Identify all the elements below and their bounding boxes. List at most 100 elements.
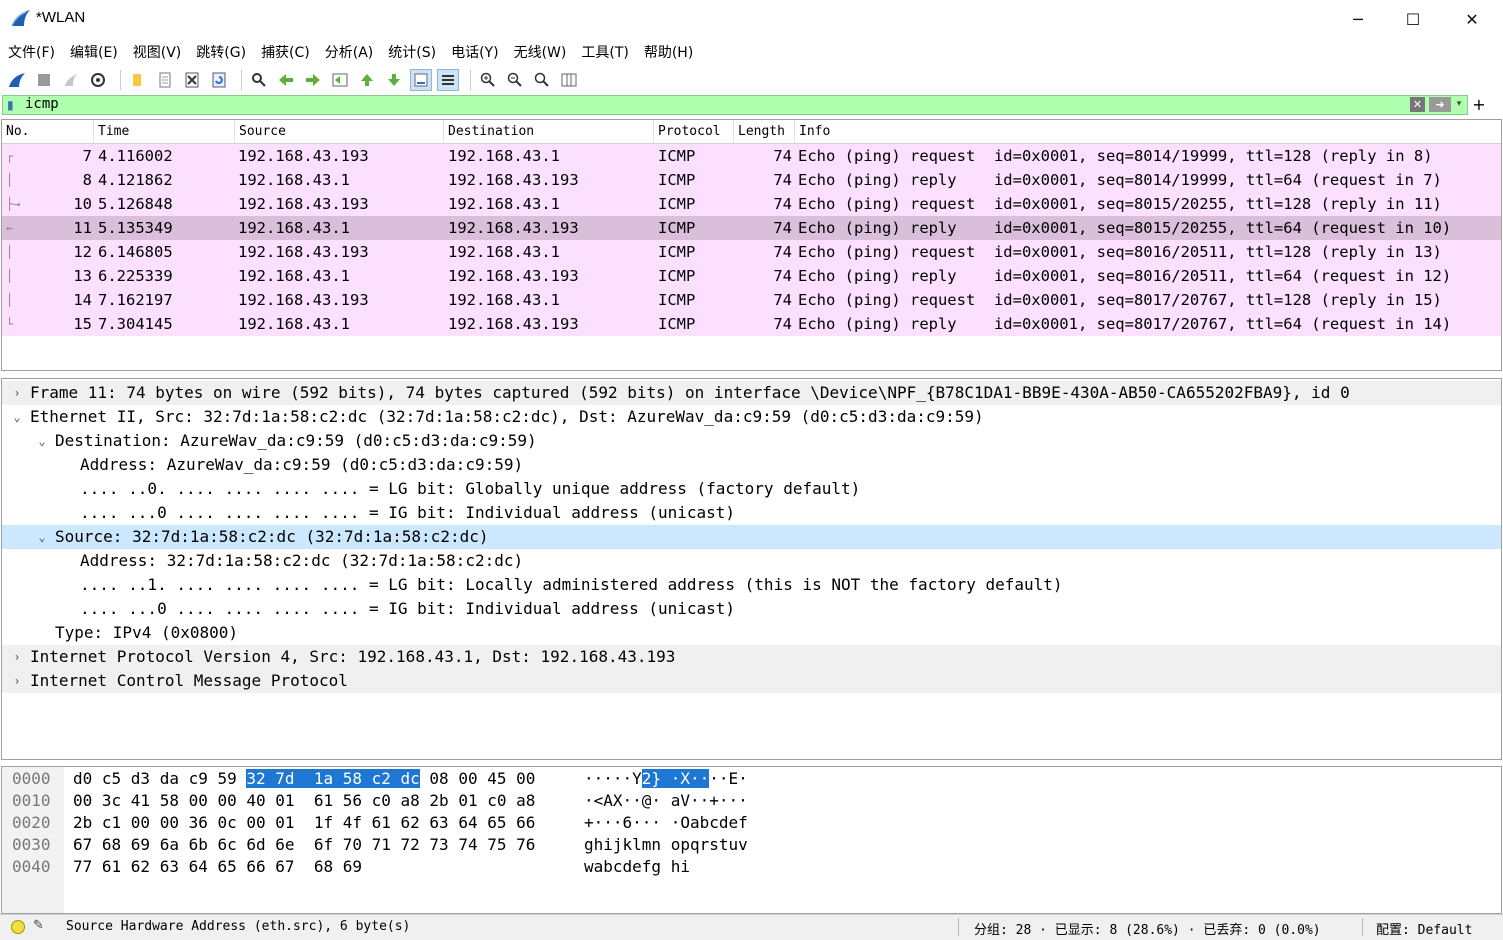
open-folder-icon[interactable]	[127, 69, 149, 91]
detail-tree-label: .... ..0. .... .... .... .... = LG bit: …	[80, 479, 861, 498]
menu-analyze[interactable]: 分析(A)	[325, 42, 374, 62]
capture-comment-icon[interactable]: ✎	[33, 918, 44, 933]
stop-icon[interactable]	[33, 69, 55, 91]
detail-tree-row[interactable]: .... ..0. .... .... .... .... = LG bit: …	[2, 477, 1501, 501]
apply-filter-icon[interactable]: ➜	[1429, 97, 1451, 112]
shark-fin-start-icon[interactable]	[6, 69, 28, 91]
forward-arrow-icon[interactable]	[302, 69, 324, 91]
detail-tree-row[interactable]: › Internet Control Message Protocol	[2, 669, 1501, 693]
status-divider	[1362, 918, 1363, 936]
packet-row[interactable]: ├→ 10 5.126848 192.168.43.193 192.168.43.1 IC…	[2, 192, 1501, 216]
packet-details-tree[interactable]: › Frame 11: 74 bytes on wire (592 bits), …	[1, 378, 1502, 760]
packet-row[interactable]: │ 12 6.146805 192.168.43.193 192.168.43.1 ICM…	[2, 240, 1501, 264]
chevron-down-icon[interactable]: ⌄	[10, 405, 24, 429]
packet-cell-proto: ICMP	[658, 243, 696, 261]
bytes-hex[interactable]: 67 68 69 6a 6b 6c 6d 6e 6f 70 71 72 73 7…	[73, 834, 535, 856]
chevron-down-icon[interactable]: ⌄	[35, 525, 49, 549]
bytes-ascii[interactable]: ghijklmn opqrstuv	[584, 834, 748, 856]
bytes-offset: 0020	[12, 813, 51, 832]
detail-tree-row[interactable]: .... ..1. .... .... .... .... = LG bit: …	[2, 573, 1501, 597]
menu-edit[interactable]: 编辑(E)	[70, 42, 118, 62]
minimize-button[interactable]: ─	[1329, 0, 1387, 38]
zoom-normal-icon[interactable]	[531, 69, 553, 91]
maximize-button[interactable]: ☐	[1384, 0, 1442, 38]
column-header-no[interactable]: No.	[2, 120, 94, 144]
detail-tree-row[interactable]: Address: 32:7d:1a:58:c2:dc (32:7d:1a:58:…	[2, 549, 1501, 573]
column-header-source[interactable]: Source	[235, 120, 444, 144]
back-arrow-icon[interactable]	[275, 69, 297, 91]
packet-cell-src: 192.168.43.1	[238, 171, 350, 189]
close-file-icon[interactable]	[181, 69, 203, 91]
column-header-protocol[interactable]: Protocol	[654, 120, 734, 144]
status-profile[interactable]: 配置: Default	[1376, 919, 1472, 938]
add-filter-button[interactable]: +	[1472, 95, 1486, 115]
first-packet-icon[interactable]	[356, 69, 378, 91]
bytes-ascii[interactable]: wabcdefg hi	[584, 856, 690, 878]
column-header-info[interactable]: Info	[795, 120, 1501, 144]
display-filter-input[interactable]: icmp	[25, 96, 59, 114]
packet-list[interactable]: No. Time Source Destination Protocol Len…	[1, 119, 1502, 371]
last-packet-icon[interactable]	[383, 69, 405, 91]
detail-tree-row[interactable]: › Internet Protocol Version 4, Src: 192.1…	[2, 645, 1501, 669]
detail-tree-row[interactable]: Type: IPv4 (0x0800)	[2, 621, 1501, 645]
chevron-down-icon[interactable]: ▾	[1453, 97, 1465, 112]
bytes-ascii[interactable]: ·<AX··@· aV··+···	[584, 790, 748, 812]
autoscroll-icon[interactable]	[410, 69, 432, 91]
detail-tree-row[interactable]: ⌄ Destination: AzureWav_da:c9:59 (d0:c5:d…	[2, 429, 1501, 453]
bytes-hex[interactable]: 2b c1 00 00 36 0c 00 01 1f 4f 61 62 63 6…	[73, 812, 535, 834]
menu-wireless[interactable]: 无线(W)	[514, 42, 567, 62]
restart-icon[interactable]	[60, 69, 82, 91]
menu-telephony[interactable]: 电话(Y)	[451, 42, 498, 62]
close-button[interactable]: ✕	[1443, 0, 1501, 38]
chevron-right-icon[interactable]: ›	[10, 645, 24, 669]
reload-icon[interactable]	[208, 69, 230, 91]
detail-tree-row[interactable]: .... ...0 .... .... .... .... = IG bit: …	[2, 597, 1501, 621]
bookmark-icon[interactable]: ▮	[7, 98, 17, 112]
goto-packet-icon[interactable]	[329, 69, 351, 91]
bytes-hex[interactable]: 77 61 62 63 64 65 66 67 68 69	[73, 856, 362, 878]
detail-tree-label: Ethernet II, Src: 32:7d:1a:58:c2:dc (32:…	[30, 407, 984, 426]
capture-options-icon[interactable]	[87, 69, 109, 91]
menu-file[interactable]: 文件(F)	[8, 42, 55, 62]
menu-statistics[interactable]: 统计(S)	[388, 42, 436, 62]
packet-row[interactable]: │ 13 6.225339 192.168.43.1 192.168.43.193 ICM…	[2, 264, 1501, 288]
menu-view[interactable]: 视图(V)	[133, 42, 182, 62]
column-header-time[interactable]: Time	[94, 120, 235, 144]
resize-columns-icon[interactable]	[558, 69, 580, 91]
chevron-down-icon[interactable]: ⌄	[35, 429, 49, 453]
column-header-destination[interactable]: Destination	[444, 120, 654, 144]
chevron-right-icon[interactable]: ›	[10, 669, 24, 693]
packet-row[interactable]: │ 14 7.162197 192.168.43.193 192.168.43.1 ICM…	[2, 288, 1501, 312]
menu-tools[interactable]: 工具(T)	[581, 42, 628, 62]
packet-row[interactable]: ┌ 7 4.116002 192.168.43.193 192.168.43.1 ICMP…	[2, 144, 1501, 168]
expert-info-led-icon[interactable]	[11, 920, 25, 934]
packet-row[interactable]: │ 8 4.121862 192.168.43.1 192.168.43.193 ICMP…	[2, 168, 1501, 192]
colorize-icon[interactable]	[437, 69, 459, 91]
packet-cell-dst: 192.168.43.1	[448, 291, 560, 309]
packet-row[interactable]: ← 11 5.135349 192.168.43.1 192.168.43.193 ICM…	[2, 216, 1501, 240]
detail-tree-row[interactable]: ⌄ Ethernet II, Src: 32:7d:1a:58:c2:dc (32…	[2, 405, 1501, 429]
zoom-in-icon[interactable]	[477, 69, 499, 91]
packet-bytes-pane[interactable]: 0000 d0 c5 d3 da c9 59 32 7d 1a 58 c2 dc …	[1, 766, 1502, 914]
detail-tree-row[interactable]: Address: AzureWav_da:c9:59 (d0:c5:d3:da:…	[2, 453, 1501, 477]
menu-help[interactable]: 帮助(H)	[644, 42, 693, 62]
detail-tree-row[interactable]: .... ...0 .... .... .... .... = IG bit: …	[2, 501, 1501, 525]
column-header-length[interactable]: Length	[734, 120, 795, 144]
zoom-out-icon[interactable]	[504, 69, 526, 91]
packet-row[interactable]: └ 15 7.304145 192.168.43.1 192.168.43.193 ICM…	[2, 312, 1501, 336]
display-filter-bar: ▮ icmp ✕ ➜ ▾	[2, 95, 1468, 115]
menu-capture[interactable]: 捕获(C)	[261, 42, 310, 62]
find-icon[interactable]	[248, 69, 270, 91]
open-file-icon[interactable]	[154, 69, 176, 91]
bytes-row: 0000 d0 c5 d3 da c9 59 32 7d 1a 58 c2 dc …	[2, 768, 1501, 790]
bytes-hex[interactable]: d0 c5 d3 da c9 59 32 7d 1a 58 c2 dc 08 0…	[73, 768, 535, 790]
bytes-hex[interactable]: 00 3c 41 58 00 00 40 01 61 56 c0 a8 2b 0…	[73, 790, 535, 812]
bytes-ascii[interactable]: +···6··· ·Oabcdef	[584, 812, 748, 834]
bytes-ascii[interactable]: ·····Y2} ·X····E·	[584, 768, 748, 790]
detail-tree-row[interactable]: ⌄ Source: 32:7d:1a:58:c2:dc (32:7d:1a:58:…	[2, 525, 1501, 549]
bytes-row: 0030 67 68 69 6a 6b 6c 6d 6e 6f 70 71 72 …	[2, 834, 1501, 856]
menu-go[interactable]: 跳转(G)	[196, 42, 246, 62]
clear-filter-icon[interactable]: ✕	[1410, 97, 1425, 112]
chevron-right-icon[interactable]: ›	[10, 381, 24, 405]
detail-tree-row[interactable]: › Frame 11: 74 bytes on wire (592 bits), …	[2, 381, 1501, 405]
